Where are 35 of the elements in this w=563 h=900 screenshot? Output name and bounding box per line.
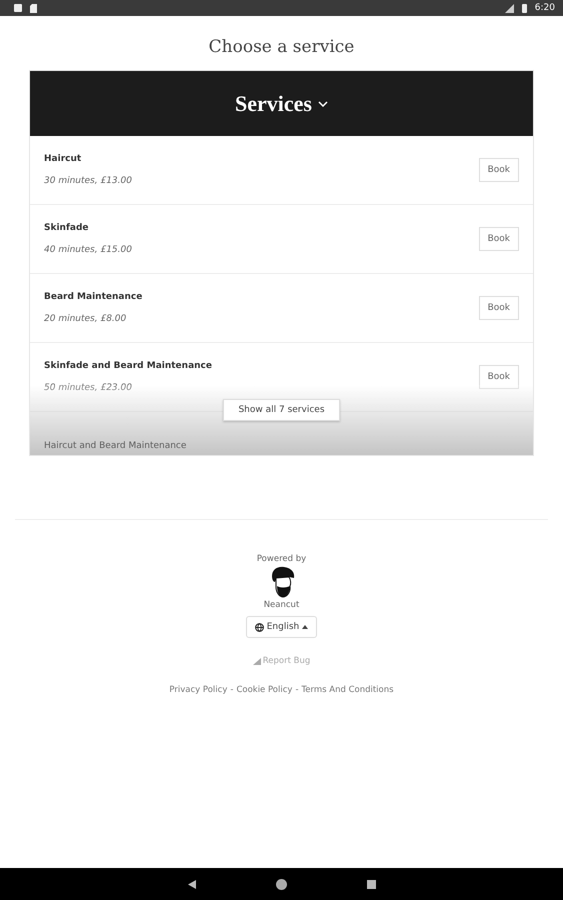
globe-icon bbox=[254, 622, 264, 632]
book-button[interactable]: Book bbox=[478, 158, 519, 182]
service-name: Skinfade and Beard Maintenance bbox=[44, 361, 213, 371]
page-title: Choose a service bbox=[208, 37, 354, 57]
link-separator: - bbox=[295, 685, 299, 695]
show-all-button[interactable]: Show all 7 services bbox=[223, 399, 340, 421]
service-name: Haircut bbox=[44, 154, 82, 164]
service-details: 40 minutes, £15.00 bbox=[44, 245, 133, 255]
service-name: Skinfade bbox=[44, 223, 90, 233]
caret-icon bbox=[302, 625, 308, 629]
link-separator: - bbox=[230, 685, 234, 695]
book-button[interactable]: Book bbox=[478, 227, 519, 251]
footer-link[interactable]: Privacy Policy bbox=[169, 685, 228, 695]
clock-time: 6:20 bbox=[534, 3, 555, 13]
battery-icon bbox=[522, 4, 527, 12]
language-selector[interactable]: English bbox=[246, 616, 318, 638]
service-details: 20 minutes, £8.00 bbox=[44, 314, 128, 324]
sd-card-icon bbox=[30, 4, 37, 12]
brand-name: Neancut bbox=[264, 600, 300, 610]
service-name: Haircut and Beard Maintenance bbox=[44, 441, 188, 451]
book-button[interactable]: Book bbox=[478, 296, 519, 320]
services-dropdown[interactable]: Services bbox=[30, 71, 533, 136]
powered-by-label: Powered by bbox=[256, 554, 306, 564]
chevron-icon bbox=[318, 100, 328, 106]
service-name: Beard Maintenance bbox=[44, 292, 144, 302]
notification-icon bbox=[14, 4, 22, 12]
footer-link[interactable]: Cookie Policy bbox=[236, 685, 292, 695]
signal-icon bbox=[504, 4, 514, 12]
back-icon[interactable] bbox=[188, 880, 196, 888]
footer-link[interactable]: Terms And Conditions bbox=[302, 685, 394, 695]
service-details: 50 minutes, £23.00 bbox=[44, 383, 133, 393]
book-button[interactable]: Book bbox=[478, 365, 519, 389]
home-icon[interactable] bbox=[276, 878, 286, 890]
recents-icon[interactable] bbox=[366, 880, 376, 888]
service-details: 30 minutes, £13.00 bbox=[44, 176, 133, 186]
